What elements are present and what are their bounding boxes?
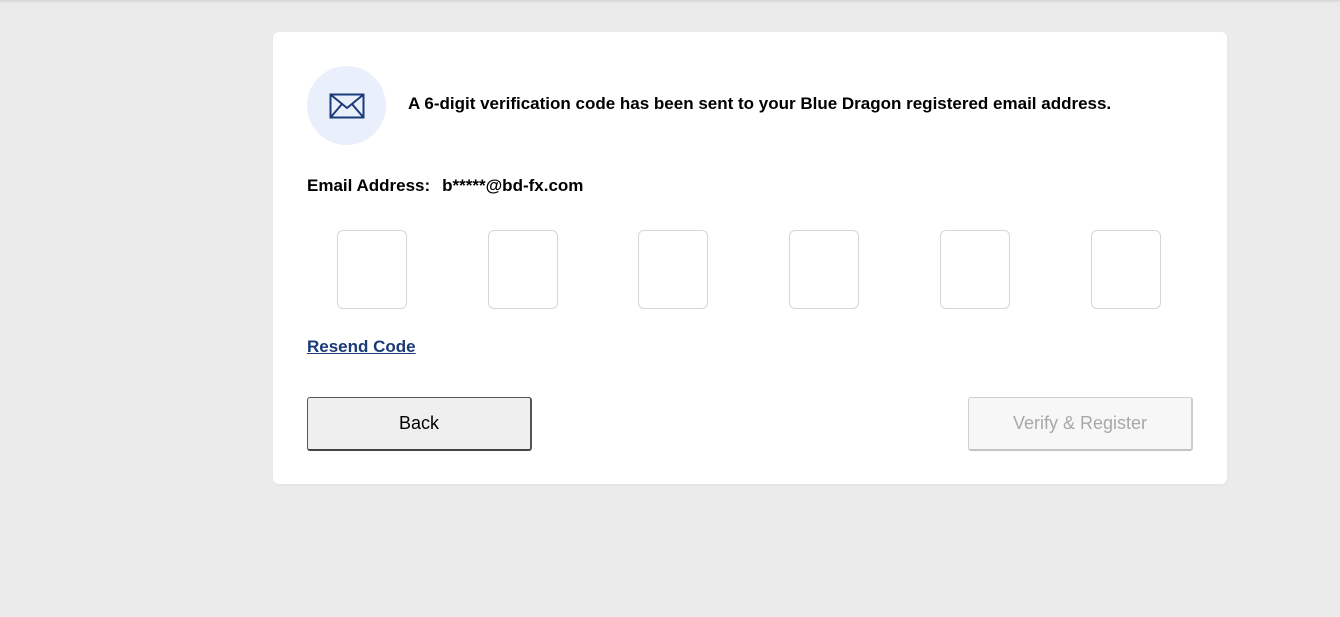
verification-card: A 6-digit verification code has been sen… xyxy=(273,32,1227,484)
email-row: Email Address: b*****@bd-fx.com xyxy=(307,176,583,196)
code-digit-6[interactable] xyxy=(1091,230,1161,309)
code-digit-2[interactable] xyxy=(488,230,558,309)
email-value: b*****@bd-fx.com xyxy=(442,176,584,195)
code-digit-1[interactable] xyxy=(337,230,407,309)
verify-register-button[interactable]: Verify & Register xyxy=(968,397,1193,451)
envelope-icon-badge xyxy=(307,66,386,145)
verification-notice: A 6-digit verification code has been sen… xyxy=(408,94,1112,113)
resend-code-link[interactable]: Resend Code xyxy=(307,337,416,357)
code-digit-3[interactable] xyxy=(638,230,708,309)
top-shadow xyxy=(0,0,1340,3)
back-button[interactable]: Back xyxy=(307,397,532,451)
envelope-icon xyxy=(329,93,364,118)
email-label: Email Address: xyxy=(307,176,431,195)
code-digit-5[interactable] xyxy=(940,230,1010,309)
code-digit-4[interactable] xyxy=(789,230,859,309)
